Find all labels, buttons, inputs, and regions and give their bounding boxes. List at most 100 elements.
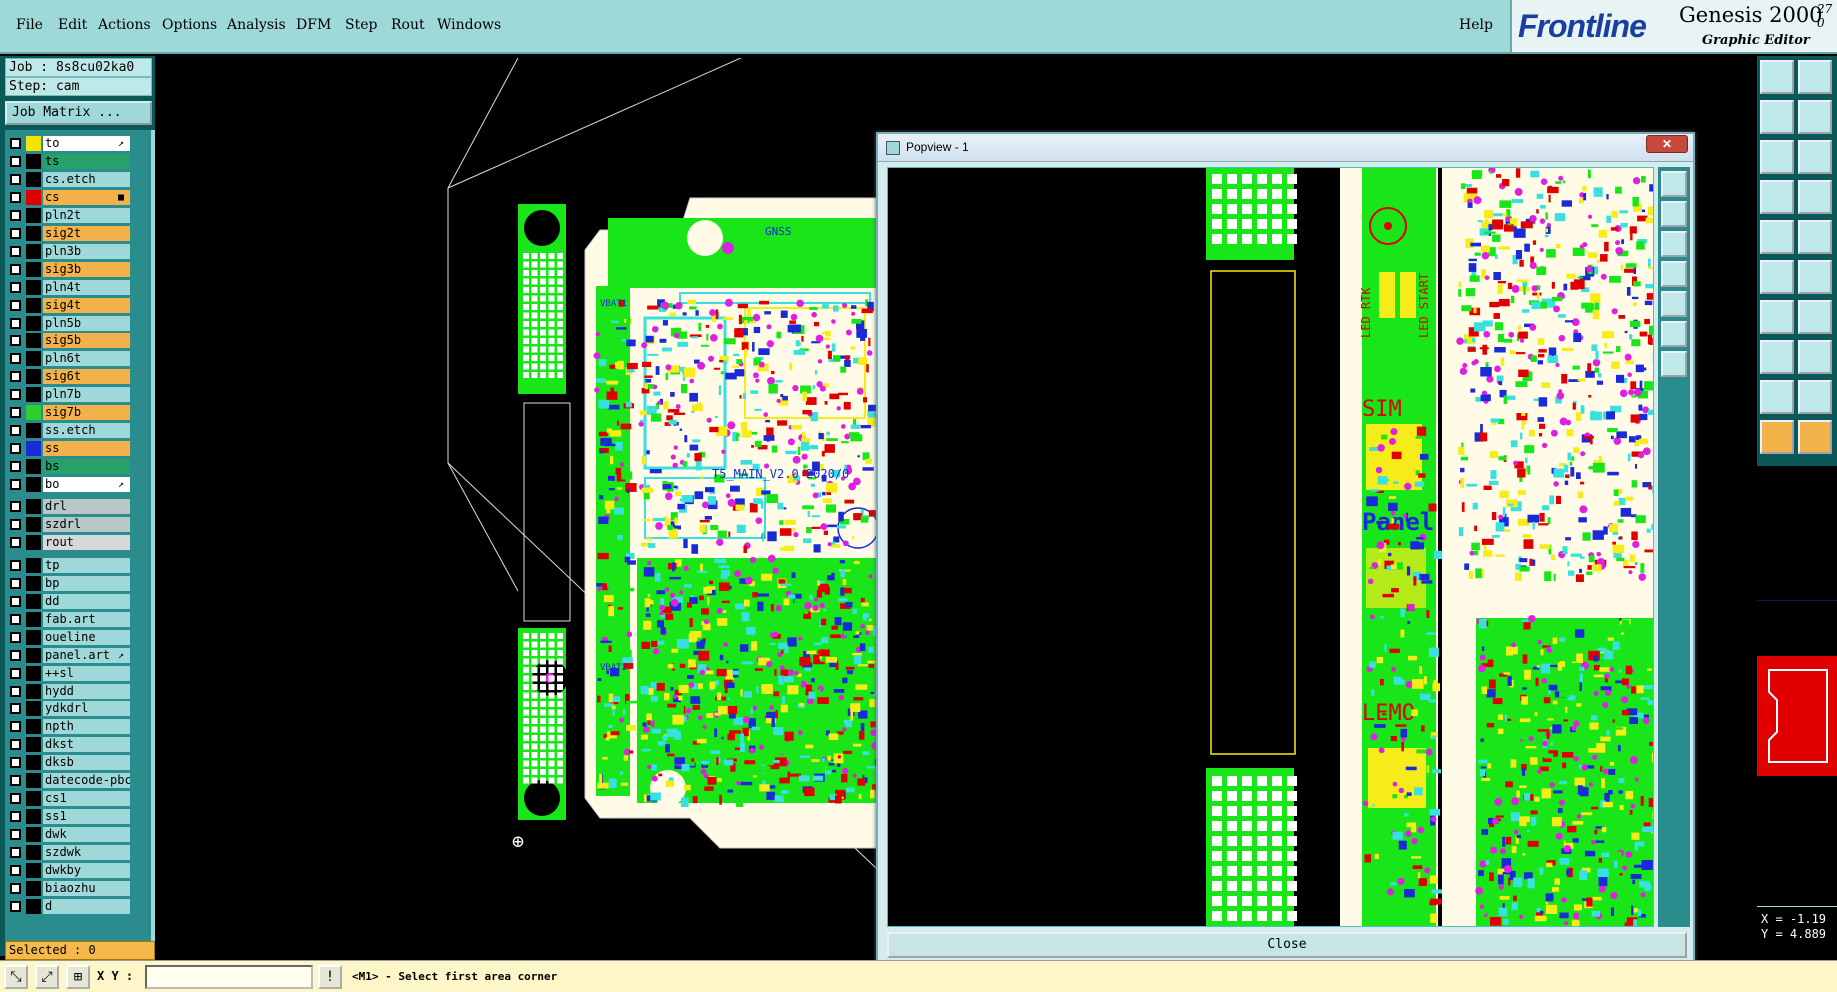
layer-visibility-checkbox[interactable] [10,536,21,548]
layer-visibility-checkbox[interactable] [10,595,21,607]
layer-color-swatch[interactable] [26,153,41,169]
menu-edit[interactable]: Edit [58,17,87,33]
layer-row[interactable]: to ↗ [7,136,147,151]
layer-visibility-checkbox[interactable] [10,443,21,455]
grid-snap-icon[interactable]: ⊞ [66,965,90,989]
layer-name[interactable]: bo [43,477,130,493]
layer-name[interactable]: szdwk [43,845,130,861]
pv-page-icon[interactable] [1661,171,1687,197]
layer-visibility-checkbox[interactable] [10,191,21,203]
layer-name[interactable]: dwk [43,827,130,843]
layer-row[interactable]: ts [7,153,147,169]
drc-icon[interactable] [1760,380,1794,414]
pad-add-icon[interactable] [1760,340,1794,374]
layer-row[interactable]: biaozhu [7,880,147,896]
layer-color-swatch[interactable] [26,387,41,403]
layer-name[interactable]: ydkdrl [43,701,130,717]
layer-visibility-checkbox[interactable] [10,245,21,257]
layer-name[interactable]: cs [43,189,130,205]
menu-analysis[interactable]: Analysis [227,17,286,33]
fit-view-icon[interactable] [1760,140,1794,174]
layer-name[interactable]: sig4t [43,297,130,313]
line-add-icon[interactable] [1798,340,1832,374]
pv-fit-icon[interactable] [1661,321,1687,347]
layer-color-swatch[interactable] [26,863,41,878]
layer-color-swatch[interactable] [26,737,41,753]
layer-row[interactable]: bo ↗ [7,477,147,493]
layer-color-swatch[interactable] [26,189,41,205]
layer-row[interactable]: ydkdrl [7,701,147,717]
layer-color-swatch[interactable] [26,701,41,717]
layer-row[interactable]: sig2t [7,225,147,241]
layer-visibility-checkbox[interactable] [10,685,21,697]
layer-color-swatch[interactable] [26,845,41,861]
pv-right-icon[interactable] [1661,291,1687,317]
menu-dfm[interactable]: DFM [296,17,331,33]
layer-name[interactable]: pln4t [43,279,130,295]
layer-color-swatch[interactable] [26,423,41,439]
layer-visibility-checkbox[interactable] [10,173,21,185]
layer-color-swatch[interactable] [26,477,41,493]
layer-color-swatch[interactable] [26,441,41,457]
layer-name[interactable]: sig3b [43,261,130,277]
layer-row[interactable]: d [7,898,147,914]
xy-input[interactable] [145,965,313,989]
move-right-icon[interactable] [1798,100,1832,134]
layer-name[interactable]: to [43,136,130,151]
layer-color-swatch[interactable] [26,647,41,663]
layer-name[interactable]: drl [43,499,130,514]
layer-name[interactable]: ss [43,441,130,457]
layer-row[interactable]: bp [7,575,147,591]
layer-row[interactable]: ++sl [7,665,147,681]
menu-help[interactable]: Help [1459,17,1493,33]
layer-row[interactable]: ss.etch [7,423,147,439]
layer-name[interactable]: npth [43,719,130,735]
layer-row[interactable]: sig3b [7,261,147,277]
layer-visibility-checkbox[interactable] [10,209,21,221]
layer-name[interactable]: cs.etch [43,171,130,187]
layer-color-swatch[interactable] [26,773,41,789]
layer-row[interactable]: pln4t [7,279,147,295]
grid-icon[interactable] [1798,180,1832,214]
layer-visibility-checkbox[interactable] [10,649,21,661]
layer-visibility-checkbox[interactable] [10,577,21,589]
layer-color-swatch[interactable] [26,575,41,591]
layer-color-swatch[interactable] [26,898,41,914]
pointer-select-icon[interactable] [1798,420,1832,454]
layer-color-swatch[interactable] [26,880,41,896]
layer-row[interactable]: dd [7,593,147,609]
layer-color-swatch[interactable] [26,261,41,277]
layer-visibility-checkbox[interactable] [10,865,21,876]
layer-row[interactable]: dkst [7,737,147,753]
layer-name[interactable]: ts [43,153,130,169]
layer-row[interactable]: dwk [7,827,147,843]
layer-visibility-checkbox[interactable] [10,739,21,751]
layer-name[interactable]: ++sl [43,665,130,681]
layer-name[interactable]: ss.etch [43,423,130,439]
layer-visibility-checkbox[interactable] [10,775,21,787]
layer-visibility-checkbox[interactable] [10,757,21,769]
layer-name[interactable]: dkst [43,737,130,753]
layer-row[interactable]: rout [7,534,147,550]
layer-name[interactable]: dd [43,593,130,609]
cross-icon[interactable] [1798,260,1832,294]
layer-visibility-checkbox[interactable] [10,479,21,491]
zoom-fit-icon[interactable]: ⤡ [4,965,28,989]
layer-row[interactable]: datecode-pbc [7,773,147,789]
layer-row[interactable]: pln3b [7,243,147,259]
layer-row[interactable]: sig5b [7,333,147,349]
pv-zoom-icon[interactable] [1661,351,1687,377]
layer-visibility-checkbox[interactable] [10,299,21,311]
layer-color-swatch[interactable] [26,315,41,331]
layer-visibility-checkbox[interactable] [10,721,21,733]
layer-row[interactable]: pln6t [7,351,147,367]
layer-row[interactable]: sig6t [7,369,147,385]
layer-color-swatch[interactable] [26,136,41,151]
pv-left-icon[interactable] [1661,261,1687,287]
main-graphic-canvas[interactable]: ⊕ GNSS VBAT1 VBAT2 T5_MAIN_V2.0 2020/0 [160,58,880,958]
layer-visibility-checkbox[interactable] [10,882,21,894]
layer-visibility-checkbox[interactable] [10,501,21,512]
menu-rout[interactable]: Rout [391,17,425,33]
layer-name[interactable]: pln5b [43,315,130,331]
menu-file[interactable]: File [16,17,43,33]
